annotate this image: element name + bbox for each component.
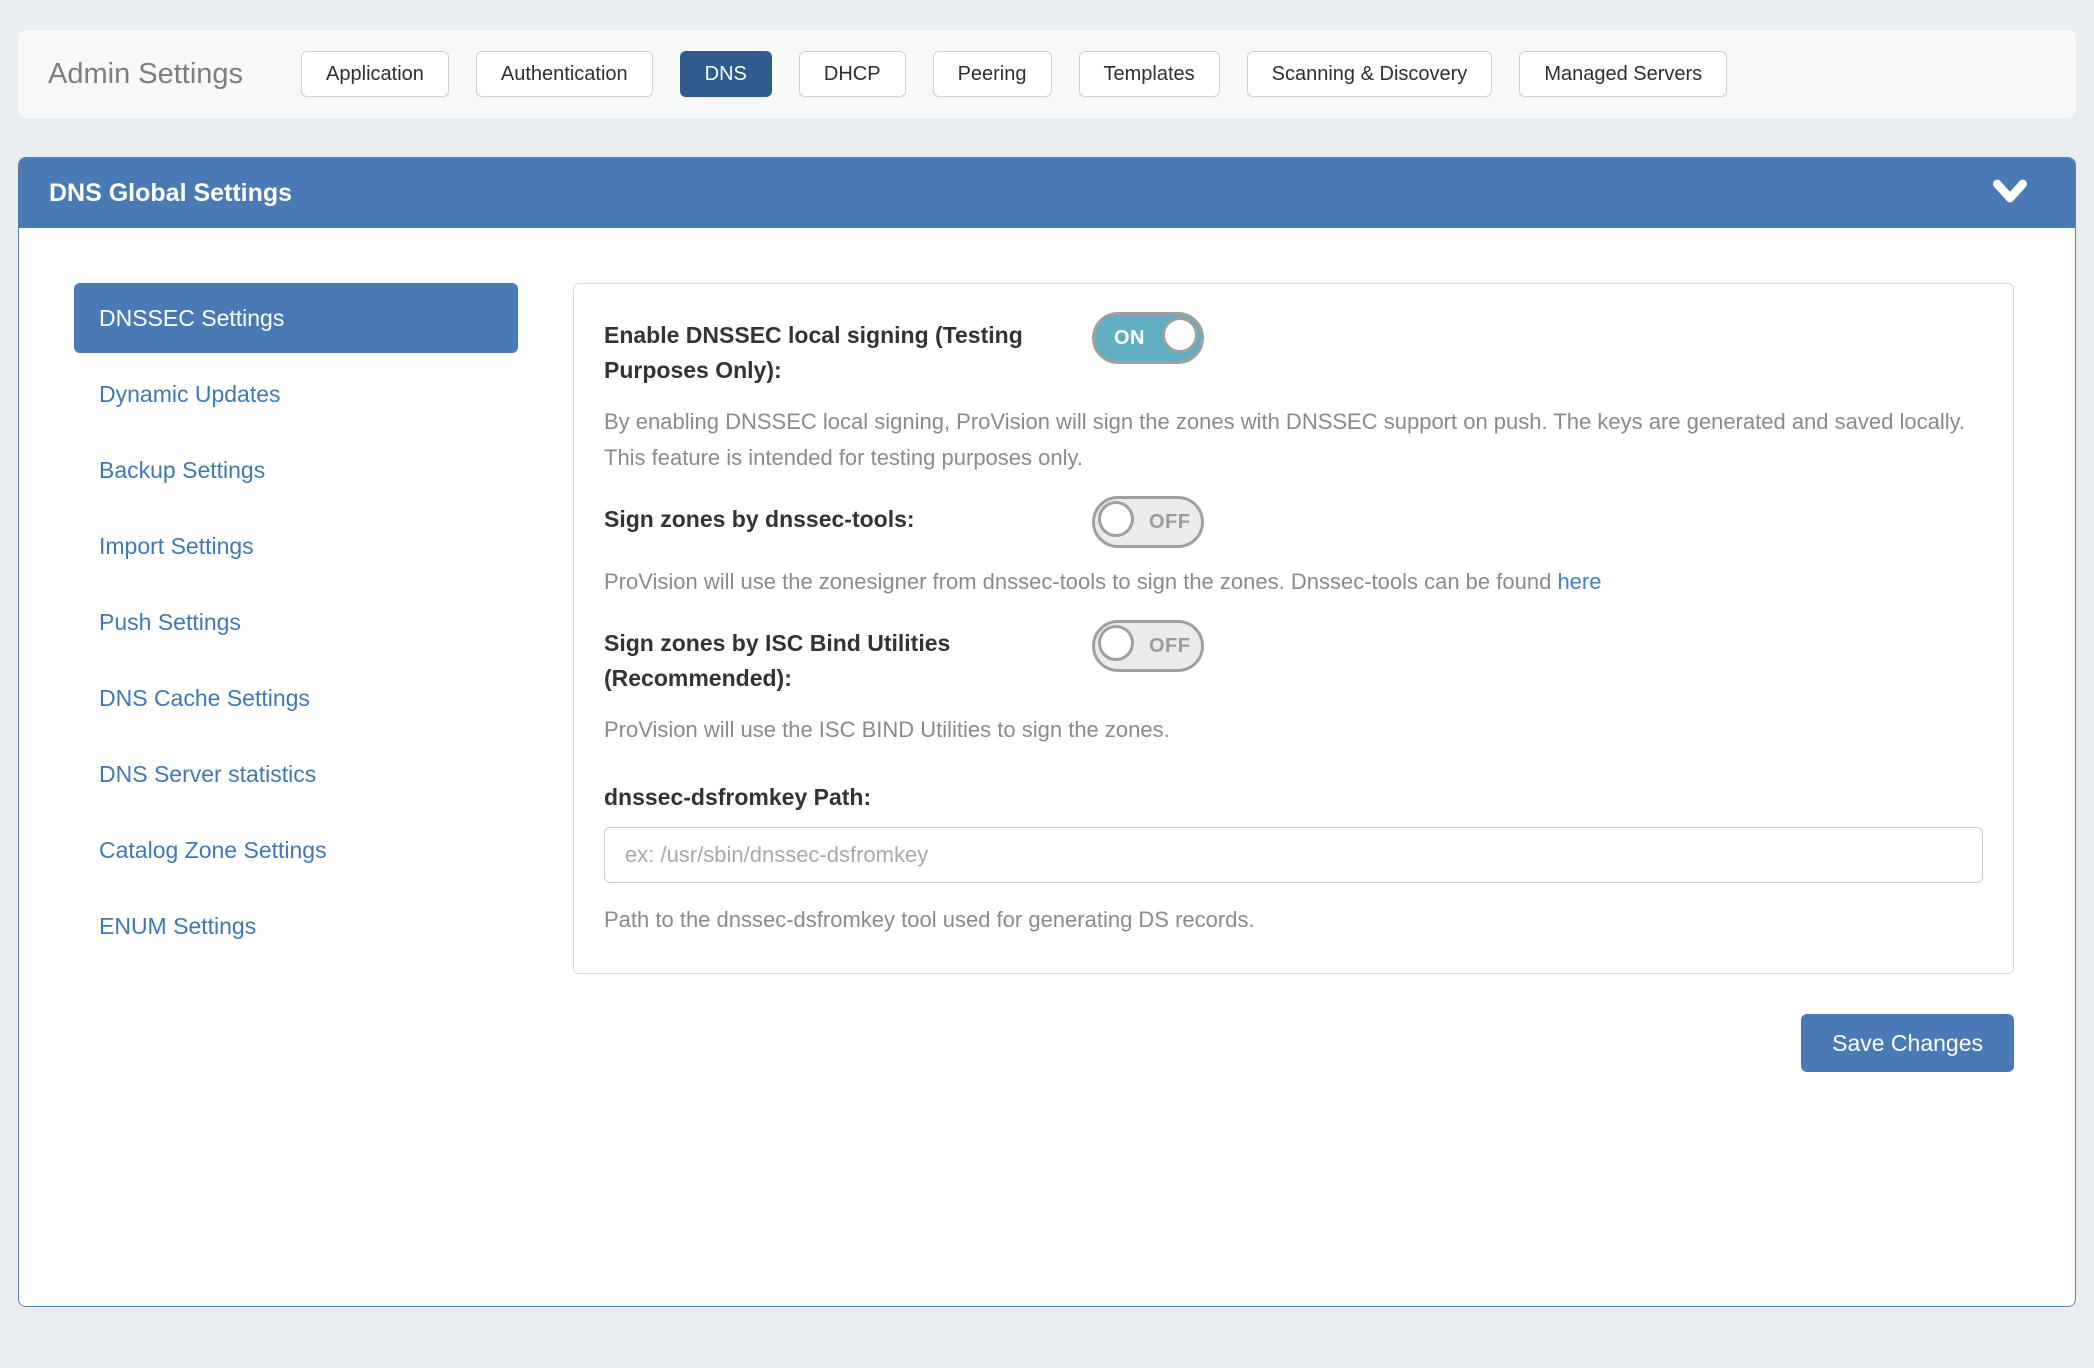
sidebar-item-dynamic-updates[interactable]: Dynamic Updates: [74, 359, 518, 429]
setting-label: Sign zones by ISC Bind Utilities (Recomm…: [604, 626, 1092, 696]
setting-row-dnssec-tools: Sign zones by dnssec-tools: OFF: [604, 502, 1983, 548]
toggle-state-label: OFF: [1149, 511, 1191, 534]
sidebar-item-backup-settings[interactable]: Backup Settings: [74, 435, 518, 505]
description-text: ProVision will use the zonesigner from d…: [604, 569, 1557, 594]
setting-description: By enabling DNSSEC local signing, ProVis…: [604, 404, 1983, 476]
sidebar-item-dnssec-settings[interactable]: DNSSEC Settings: [74, 283, 518, 353]
setting-description: ProVision will use the zonesigner from d…: [604, 564, 1983, 600]
setting-label: Sign zones by dnssec-tools:: [604, 502, 1092, 537]
dsfromkey-path-input[interactable]: [604, 827, 1983, 883]
tab-bar: Application Authentication DNS DHCP Peering T…: [301, 51, 1727, 97]
panel-header: DNS Global Settings: [19, 158, 2075, 228]
panel-body: DNSSEC SettingsDynamic UpdatesBackup Set…: [19, 228, 2075, 1307]
dnssec-settings-form: Enable DNSSEC local signing (Testing Pur…: [573, 283, 2014, 974]
dnssec-tools-link[interactable]: here: [1557, 569, 1601, 594]
tab-dhcp[interactable]: DHCP: [799, 51, 906, 97]
dsfromkey-path-help: Path to the dnssec-dsfromkey tool used f…: [604, 907, 1983, 933]
local-signing-toggle[interactable]: ON: [1092, 312, 1204, 364]
toggle-state-label: ON: [1114, 327, 1145, 350]
admin-settings-toolbar: Admin Settings Application Authentication…: [18, 30, 2076, 118]
dnssec-tools-toggle[interactable]: OFF: [1092, 496, 1204, 548]
tab-managed-servers[interactable]: Managed Servers: [1519, 51, 1727, 97]
sidebar-item-enum-settings[interactable]: ENUM Settings: [74, 891, 518, 961]
settings-content: Enable DNSSEC local signing (Testing Pur…: [573, 283, 2014, 1307]
tab-dns[interactable]: DNS: [680, 51, 772, 97]
setting-description: ProVision will use the ISC BIND Utilitie…: [604, 712, 1983, 748]
panel-title: DNS Global Settings: [49, 179, 292, 208]
dsfromkey-path-label: dnssec-dsfromkey Path:: [604, 784, 1983, 811]
save-row: Save Changes: [573, 1014, 2014, 1072]
panel-collapse-button[interactable]: [1993, 178, 2027, 209]
toggle-knob: [1098, 625, 1134, 661]
isc-bind-toggle[interactable]: OFF: [1092, 620, 1204, 672]
sidebar-item-catalog-zone-settings[interactable]: Catalog Zone Settings: [74, 815, 518, 885]
setting-label: Enable DNSSEC local signing (Testing Pur…: [604, 318, 1092, 388]
tab-templates[interactable]: Templates: [1079, 51, 1220, 97]
tab-scanning-discovery[interactable]: Scanning & Discovery: [1247, 51, 1493, 97]
sidebar-item-import-settings[interactable]: Import Settings: [74, 511, 518, 581]
tab-authentication[interactable]: Authentication: [476, 51, 653, 97]
setting-row-local-signing: Enable DNSSEC local signing (Testing Pur…: [604, 318, 1983, 388]
page-title: Admin Settings: [48, 58, 243, 91]
save-changes-button[interactable]: Save Changes: [1801, 1014, 2014, 1072]
toggle-knob: [1162, 317, 1198, 353]
chevron-down-icon: [1993, 178, 2027, 209]
tab-peering[interactable]: Peering: [933, 51, 1052, 97]
sidebar-item-push-settings[interactable]: Push Settings: [74, 587, 518, 657]
toggle-knob: [1098, 501, 1134, 537]
sidebar-item-dns-cache-settings[interactable]: DNS Cache Settings: [74, 663, 518, 733]
toggle-state-label: OFF: [1149, 635, 1191, 658]
dns-global-settings-panel: DNS Global Settings DNSSEC SettingsDynam…: [18, 157, 2076, 1307]
setting-row-isc-bind: Sign zones by ISC Bind Utilities (Recomm…: [604, 626, 1983, 696]
tab-application[interactable]: Application: [301, 51, 449, 97]
dns-settings-sidebar: DNSSEC SettingsDynamic UpdatesBackup Set…: [74, 283, 518, 1307]
sidebar-item-dns-server-statistics[interactable]: DNS Server statistics: [74, 739, 518, 809]
